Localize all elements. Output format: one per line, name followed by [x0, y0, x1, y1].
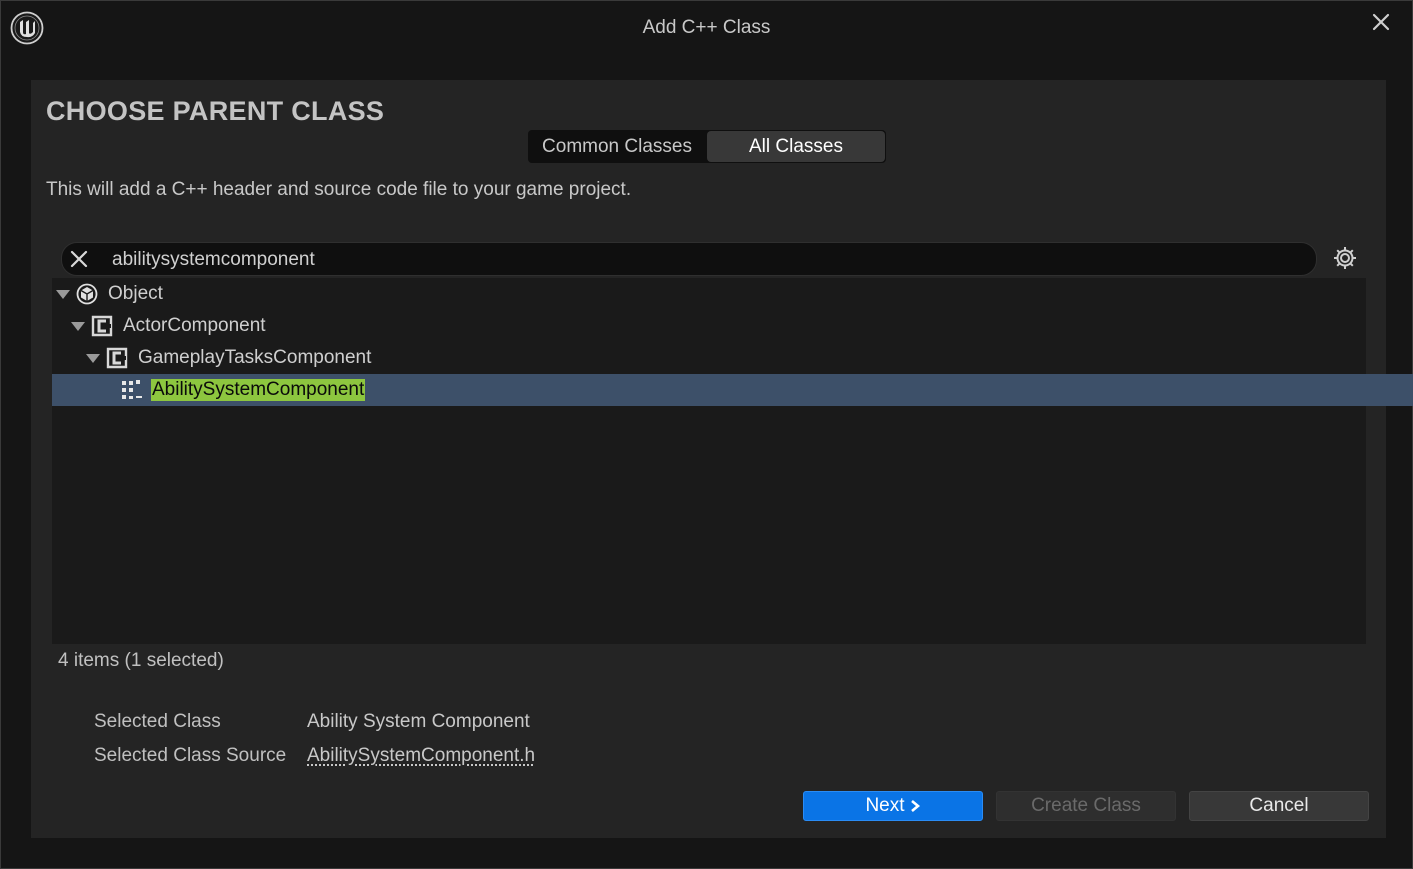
tree-item-label: AbilitySystemComponent	[151, 379, 365, 401]
tab-all-classes[interactable]: All Classes	[707, 131, 885, 162]
close-icon[interactable]	[1370, 11, 1392, 33]
gear-icon[interactable]	[1332, 245, 1358, 271]
window-title: Add C++ Class	[1, 17, 1412, 39]
collapse-arrow-icon[interactable]	[86, 354, 100, 363]
tree-item-label: Object	[108, 283, 163, 305]
search-box	[61, 242, 1317, 276]
title-bar: Add C++ Class	[1, 1, 1412, 57]
collapse-arrow-icon[interactable]	[56, 290, 70, 299]
class-filter-toggle: Common Classes All Classes	[528, 130, 886, 163]
search-input[interactable]	[110, 243, 1300, 277]
cancel-button[interactable]: Cancel	[1189, 791, 1369, 821]
selected-class-label: Selected Class	[94, 711, 221, 733]
tab-common-classes[interactable]: Common Classes	[528, 130, 706, 163]
selected-source-label: Selected Class Source	[94, 745, 286, 767]
object-icon	[76, 283, 98, 305]
component-icon	[121, 379, 143, 401]
selected-source-link[interactable]: AbilitySystemComponent.h	[307, 745, 535, 767]
chevron-right-icon	[909, 799, 921, 813]
tree-item-label: GameplayTasksComponent	[138, 347, 371, 369]
item-count: 4 items (1 selected)	[58, 650, 224, 672]
close-icon[interactable]	[70, 250, 88, 268]
class-icon	[91, 315, 113, 337]
tree-item-object[interactable]: Object	[52, 278, 1370, 310]
tree-item-abilitysystemcomponent[interactable]: AbilitySystemComponent	[52, 374, 1413, 406]
class-icon	[106, 347, 128, 369]
tree-item-gameplaytaskscomponent[interactable]: GameplayTasksComponent	[52, 342, 1400, 374]
main-panel: CHOOSE PARENT CLASS Common Classes All C…	[31, 80, 1386, 838]
collapse-arrow-icon[interactable]	[71, 322, 85, 331]
next-button-label: Next	[865, 795, 904, 817]
add-cpp-class-dialog: Add C++ Class CHOOSE PARENT CLASS Common…	[0, 0, 1413, 869]
selected-class-value: Ability System Component	[307, 711, 530, 733]
description-text: This will add a C++ header and source co…	[46, 179, 631, 201]
next-button[interactable]: Next	[803, 791, 983, 821]
class-tree: Object ActorComponent GameplayTasksCompo…	[52, 278, 1366, 644]
page-title: CHOOSE PARENT CLASS	[46, 96, 384, 127]
tree-item-actorcomponent[interactable]: ActorComponent	[52, 310, 1385, 342]
create-class-button[interactable]: Create Class	[996, 791, 1176, 821]
tree-item-label: ActorComponent	[123, 315, 266, 337]
